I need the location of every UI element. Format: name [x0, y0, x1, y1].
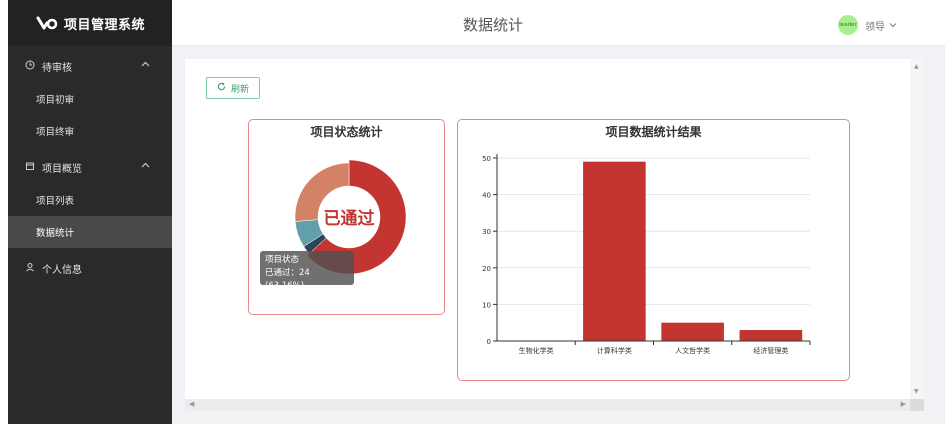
sidebar-item-label: 个人信息 — [42, 264, 82, 276]
sidebar-item-initial-review[interactable]: 项目初审 — [8, 83, 172, 115]
sidebar-item-project-list[interactable]: 项目列表 — [8, 184, 172, 216]
chevron-up-icon — [141, 161, 150, 171]
y-tick-label: 20 — [482, 265, 491, 273]
y-tick-label: 10 — [482, 301, 491, 309]
x-tick-label: 人文哲学类 — [675, 346, 710, 355]
sidebar: 项目管理系统 待审核 项目初审 项目终审 项目概览 项目列表 数据统计 个人信息 — [8, 0, 172, 424]
avatar[interactable]: leader — [838, 15, 858, 35]
statistics-panel: 刷新 项目状态统计 已通过 项目状态 已通过：24 (63.16%) 项目数据统… — [185, 59, 910, 399]
scroll-down-icon[interactable]: ▼ — [914, 388, 919, 395]
clock-icon — [24, 60, 36, 73]
refresh-label: 刷新 — [230, 84, 249, 95]
project-bar-chart[interactable]: 0 10 20 30 40 50 生物化学类 计算科学类 人文哲学类 经济管理类 — [458, 120, 851, 382]
chevron-up-icon — [141, 60, 150, 70]
sidebar-item-statistics[interactable]: 数据统计 — [8, 216, 172, 248]
menu-group-project-overview[interactable]: 项目概览 — [8, 150, 172, 184]
pie-tooltip: 项目状态 已通过：24 (63.16%) — [260, 251, 354, 291]
scroll-right-icon[interactable]: ▶ — [901, 400, 906, 408]
bar[interactable] — [739, 330, 803, 341]
user-name[interactable]: 领导 — [865, 18, 885, 33]
y-tick-label: 30 — [482, 228, 491, 236]
bar[interactable] — [661, 322, 724, 341]
logo[interactable]: 项目管理系统 — [8, 0, 172, 46]
sidebar-item-final-review[interactable]: 项目终审 — [8, 115, 172, 147]
page-title: 数据统计 — [462, 16, 523, 34]
logo-icon — [36, 15, 58, 31]
box-icon — [24, 161, 36, 174]
x-tick-label: 计算科学类 — [597, 346, 632, 355]
logo-text: 项目管理系统 — [64, 17, 146, 33]
pie-center-label: 已通过 — [324, 209, 375, 229]
user-menu[interactable]: leader 领导 — [838, 15, 897, 35]
refresh-icon — [217, 82, 226, 94]
sidebar-item-personal-info[interactable]: 个人信息 — [8, 251, 172, 285]
refresh-button[interactable]: 刷新 — [206, 77, 260, 99]
status-chart-card: 项目状态统计 已通过 项目状态 已通过：24 (63.16%) — [248, 119, 445, 315]
pie-tooltip-title: 项目状态 — [265, 255, 300, 265]
project-stats-card: 项目数据统计结果 0 10 20 30 40 50 生物化学类 计算科学类 人文哲学类 经济管理类 — [457, 119, 850, 381]
pie-tooltip-text: 已通过：24 (63.16%) — [265, 268, 310, 291]
scrollbar-corner — [910, 399, 924, 411]
y-tick-label: 0 — [487, 338, 491, 346]
x-tick-label: 生物化学类 — [519, 346, 554, 355]
x-tick-label: 经济管理类 — [753, 346, 788, 355]
vertical-scrollbar[interactable]: ▲ ▼ — [910, 59, 924, 399]
app-window: 项目管理系统 待审核 项目初审 项目终审 项目概览 项目列表 数据统计 个人信息… — [0, 0, 945, 431]
menu-group-label: 待审核 — [42, 62, 72, 74]
scroll-up-icon[interactable]: ▲ — [914, 63, 919, 70]
menu-group-pending-review[interactable]: 待审核 — [8, 49, 172, 83]
scroll-left-icon[interactable]: ◀ — [189, 400, 194, 408]
user-icon — [24, 262, 36, 275]
header: 数据统计 leader 领导 — [172, 0, 945, 46]
bar[interactable] — [583, 161, 646, 341]
y-tick-label: 50 — [482, 155, 491, 163]
menu-group-label: 项目概览 — [42, 163, 82, 175]
chevron-down-icon[interactable] — [889, 21, 897, 30]
y-tick-label: 40 — [482, 192, 491, 200]
horizontal-scrollbar[interactable]: ◀ ▶ — [185, 399, 910, 411]
